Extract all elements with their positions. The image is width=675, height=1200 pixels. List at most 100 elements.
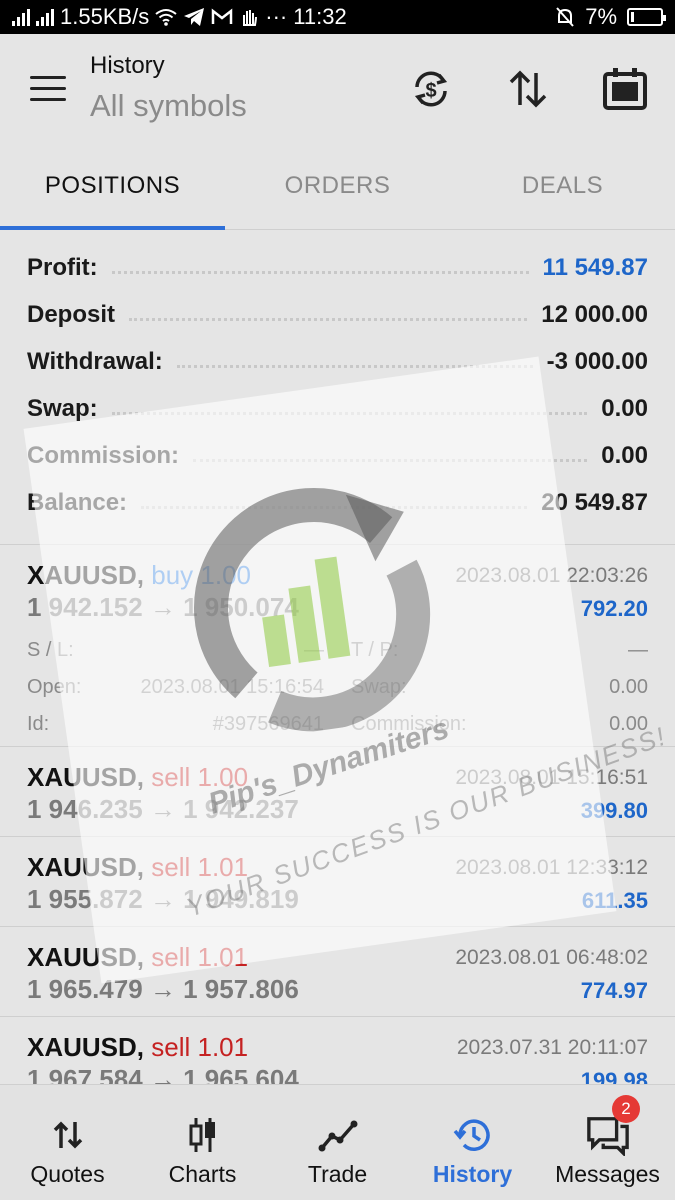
position-direction: sell 1.01 [151,942,249,972]
summary-label: Balance: [27,488,128,516]
position-row[interactable]: XAUUSD, buy 1.00 2023.08.01 22:03:26 1 9… [0,545,675,747]
summary-row-deposit: Deposit 12 000.00 [0,291,675,338]
position-direction: buy 1.00 [151,560,251,590]
leader-dots [111,262,529,274]
summary-row-profit: Profit: 11 549.87 [0,244,675,291]
nav-history[interactable]: History [405,1085,540,1200]
position-direction: sell 1.00 [151,762,249,792]
summary-row-withdrawal: Withdrawal: -3 000.00 [0,338,675,385]
messages-badge: 2 [612,1095,640,1123]
nav-label: History [432,1161,513,1187]
position-profit: 399.80 [580,798,648,823]
swap-value: 0.00 [609,676,648,698]
currency-exchange-icon[interactable]: $ [406,64,456,114]
position-row[interactable]: XAUUSD, sell 1.01 2023.08.01 12:33:12 1 … [0,837,675,927]
quotes-arrows-icon [46,1113,90,1157]
nav-label: Charts [168,1161,237,1187]
position-time: 2023.08.01 15:16:51 [455,766,648,789]
nav-trade[interactable]: Trade [270,1085,405,1200]
position-row[interactable]: XAUUSD, sell 1.01 2023.08.01 06:48:02 1 … [0,927,675,1017]
hand-icon [243,10,258,26]
summary-value-commission: 0.00 [601,441,648,469]
tab-deals[interactable]: DEALS [450,146,675,229]
position-time: 2023.08.01 22:03:26 [455,564,648,587]
menu-icon[interactable] [30,76,68,102]
network-speed: 1.55KB/s [60,4,150,29]
open-value: 2023.08.01 15:16:54 [140,676,324,698]
summary-label: Deposit [27,300,116,328]
symbol-filter[interactable]: All symbols [90,88,247,124]
summary-value-withdrawal: -3 000.00 [546,347,648,375]
summary-label: Commission: [27,441,180,469]
account-summary: Profit: 11 549.87 Deposit 12 000.00 With… [0,244,675,526]
leader-dots [141,497,528,509]
sl-label: S / L: [27,639,74,661]
position-symbol: XAUUSD, sell 1.00 [27,762,248,793]
id-value: #397569641 [212,713,324,735]
summary-label: Withdrawal: [27,347,163,375]
nav-label: Quotes [30,1161,105,1187]
position-prices: 1 967.584 → 1 965.604 [27,1064,299,1084]
position-time: 2023.08.01 06:48:02 [455,946,648,969]
position-profit: 774.97 [580,978,648,1003]
trade-line-icon [316,1113,360,1157]
tab-orders[interactable]: ORDERS [225,146,450,229]
telegram-icon [184,8,205,26]
leader-dots [176,356,533,368]
positions-list[interactable]: XAUUSD, buy 1.00 2023.08.01 22:03:26 1 9… [0,544,675,1084]
leader-dots [129,309,528,321]
symbol-name: XAUUSD, [27,852,145,882]
summary-row-commission: Commission: 0.00 [0,432,675,479]
bell-muted-icon [556,7,574,27]
status-bar: 1.55KB/s ··· 11:32 7% [0,0,675,34]
summary-value-profit: 11 549.87 [542,253,648,281]
summary-value-swap: 0.00 [601,394,648,422]
battery-icon [627,8,666,26]
position-symbol: XAUUSD, buy 1.00 [27,560,251,591]
summary-value-deposit: 12 000.00 [541,300,648,328]
position-prices: 1 942.152 → 1 950.074 [27,592,299,622]
symbol-name: XAUUSD, [27,1032,145,1062]
position-row[interactable]: XAUUSD, sell 1.01 2023.07.31 20:11:07 1 … [0,1017,675,1084]
tp-label: T / P: [351,639,399,661]
position-direction: sell 1.01 [151,852,249,882]
position-prices: 1 946.235 → 1 942.237 [27,794,299,824]
position-symbol: XAUUSD, sell 1.01 [27,942,248,973]
page-title: History [90,52,165,79]
summary-label: Profit: [27,253,98,281]
position-symbol: XAUUSD, sell 1.01 [27,852,248,883]
app-bar: History All symbols $ [0,34,675,146]
position-profit: 792.20 [580,596,648,621]
tab-positions[interactable]: POSITIONS [0,146,225,230]
summary-row-balance: Balance: 20 549.87 [0,479,675,526]
sort-icon[interactable] [503,64,553,114]
sl-value: — [304,639,324,661]
history-tabs: POSITIONS ORDERS DEALS [0,146,675,230]
commission-label: Commission: [351,713,467,735]
position-symbol: XAUUSD, sell 1.01 [27,1032,248,1063]
candlestick-icon [181,1113,225,1157]
symbol-name: XAUUSD, [27,762,145,792]
position-profit: 199.98 [580,1068,648,1084]
position-time: 2023.08.01 12:33:12 [455,856,648,879]
summary-value-balance: 20 549.87 [541,488,648,516]
id-label: Id: [27,713,50,735]
signal-icon [12,8,30,26]
battery-level: 7% [585,4,617,29]
nav-quotes[interactable]: Quotes [0,1085,135,1200]
clock: 11:32 [293,4,347,29]
nav-charts[interactable]: Charts [135,1085,270,1200]
bottom-navigation: Quotes Charts Trade History Messages [0,1084,675,1200]
open-label: Open: [27,676,82,698]
history-icon [451,1113,495,1157]
calendar-icon[interactable] [600,64,650,114]
nav-label: Trade [307,1161,368,1187]
summary-label: Swap: [27,394,98,422]
gmail-icon [212,8,233,24]
nav-messages[interactable]: Messages [540,1085,675,1200]
position-row[interactable]: XAUUSD, sell 1.00 2023.08.01 15:16:51 1 … [0,747,675,837]
commission-value: 0.00 [609,713,648,735]
svg-text:$: $ [425,80,436,102]
wifi-icon [155,9,177,26]
position-direction: sell 1.01 [151,1032,249,1062]
